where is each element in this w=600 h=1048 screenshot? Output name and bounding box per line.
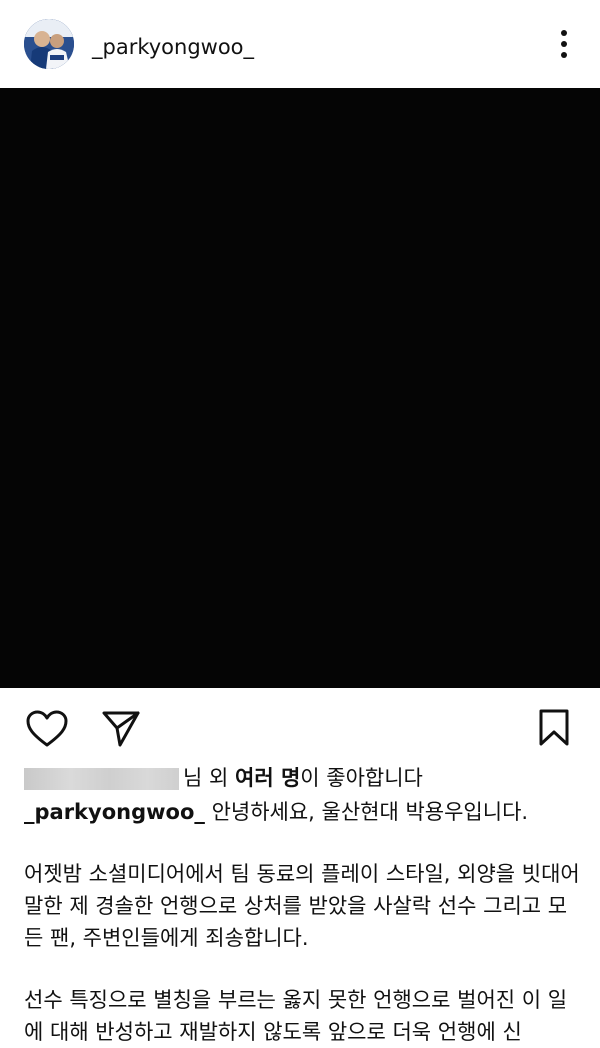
likes-others[interactable]: 여러 명 <box>235 766 300 790</box>
caption-greeting: 안녕하세요, 울산현대 박용우입니다. <box>204 800 529 824</box>
likes-obscured-suffix: 님 <box>183 766 203 790</box>
caption-paragraph-3: 선수 특징으로 별칭을 부르는 옳지 못한 언행으로 벌어진 이 일에 대해 반… <box>24 988 568 1044</box>
caption-first-line: _parkyongwoo_ 안녕하세요, 울산현대 박용우입니다. <box>24 796 580 828</box>
caption-gap <box>24 954 580 984</box>
username[interactable]: _parkyongwoo_ <box>92 34 254 60</box>
likes-summary[interactable]: 님 외 여러 명이 좋아합니다 <box>24 764 423 792</box>
caption-paragraph-2: 어젯밤 소셜미디어에서 팀 동료의 플레이 스타일, 외양을 빗대어 말한 제 … <box>24 862 580 950</box>
avatar[interactable] <box>24 19 74 69</box>
send-icon[interactable] <box>101 709 141 749</box>
post-header: _parkyongwoo_ <box>0 0 600 88</box>
likes-suffix: 이 좋아합니다 <box>300 766 423 790</box>
caption-gap <box>24 828 580 858</box>
likes-prefix: 외 <box>202 766 235 790</box>
more-vertical-icon[interactable] <box>552 27 576 61</box>
post-caption: _parkyongwoo_ 안녕하세요, 울산현대 박용우입니다. 어젯밤 소셜… <box>24 796 580 1048</box>
obscured-liker-name <box>24 768 179 790</box>
post-actions <box>0 688 600 768</box>
heart-icon[interactable] <box>26 710 68 748</box>
post-image[interactable] <box>0 88 600 688</box>
bookmark-icon[interactable] <box>538 709 570 747</box>
caption-author[interactable]: _parkyongwoo_ <box>24 800 205 824</box>
